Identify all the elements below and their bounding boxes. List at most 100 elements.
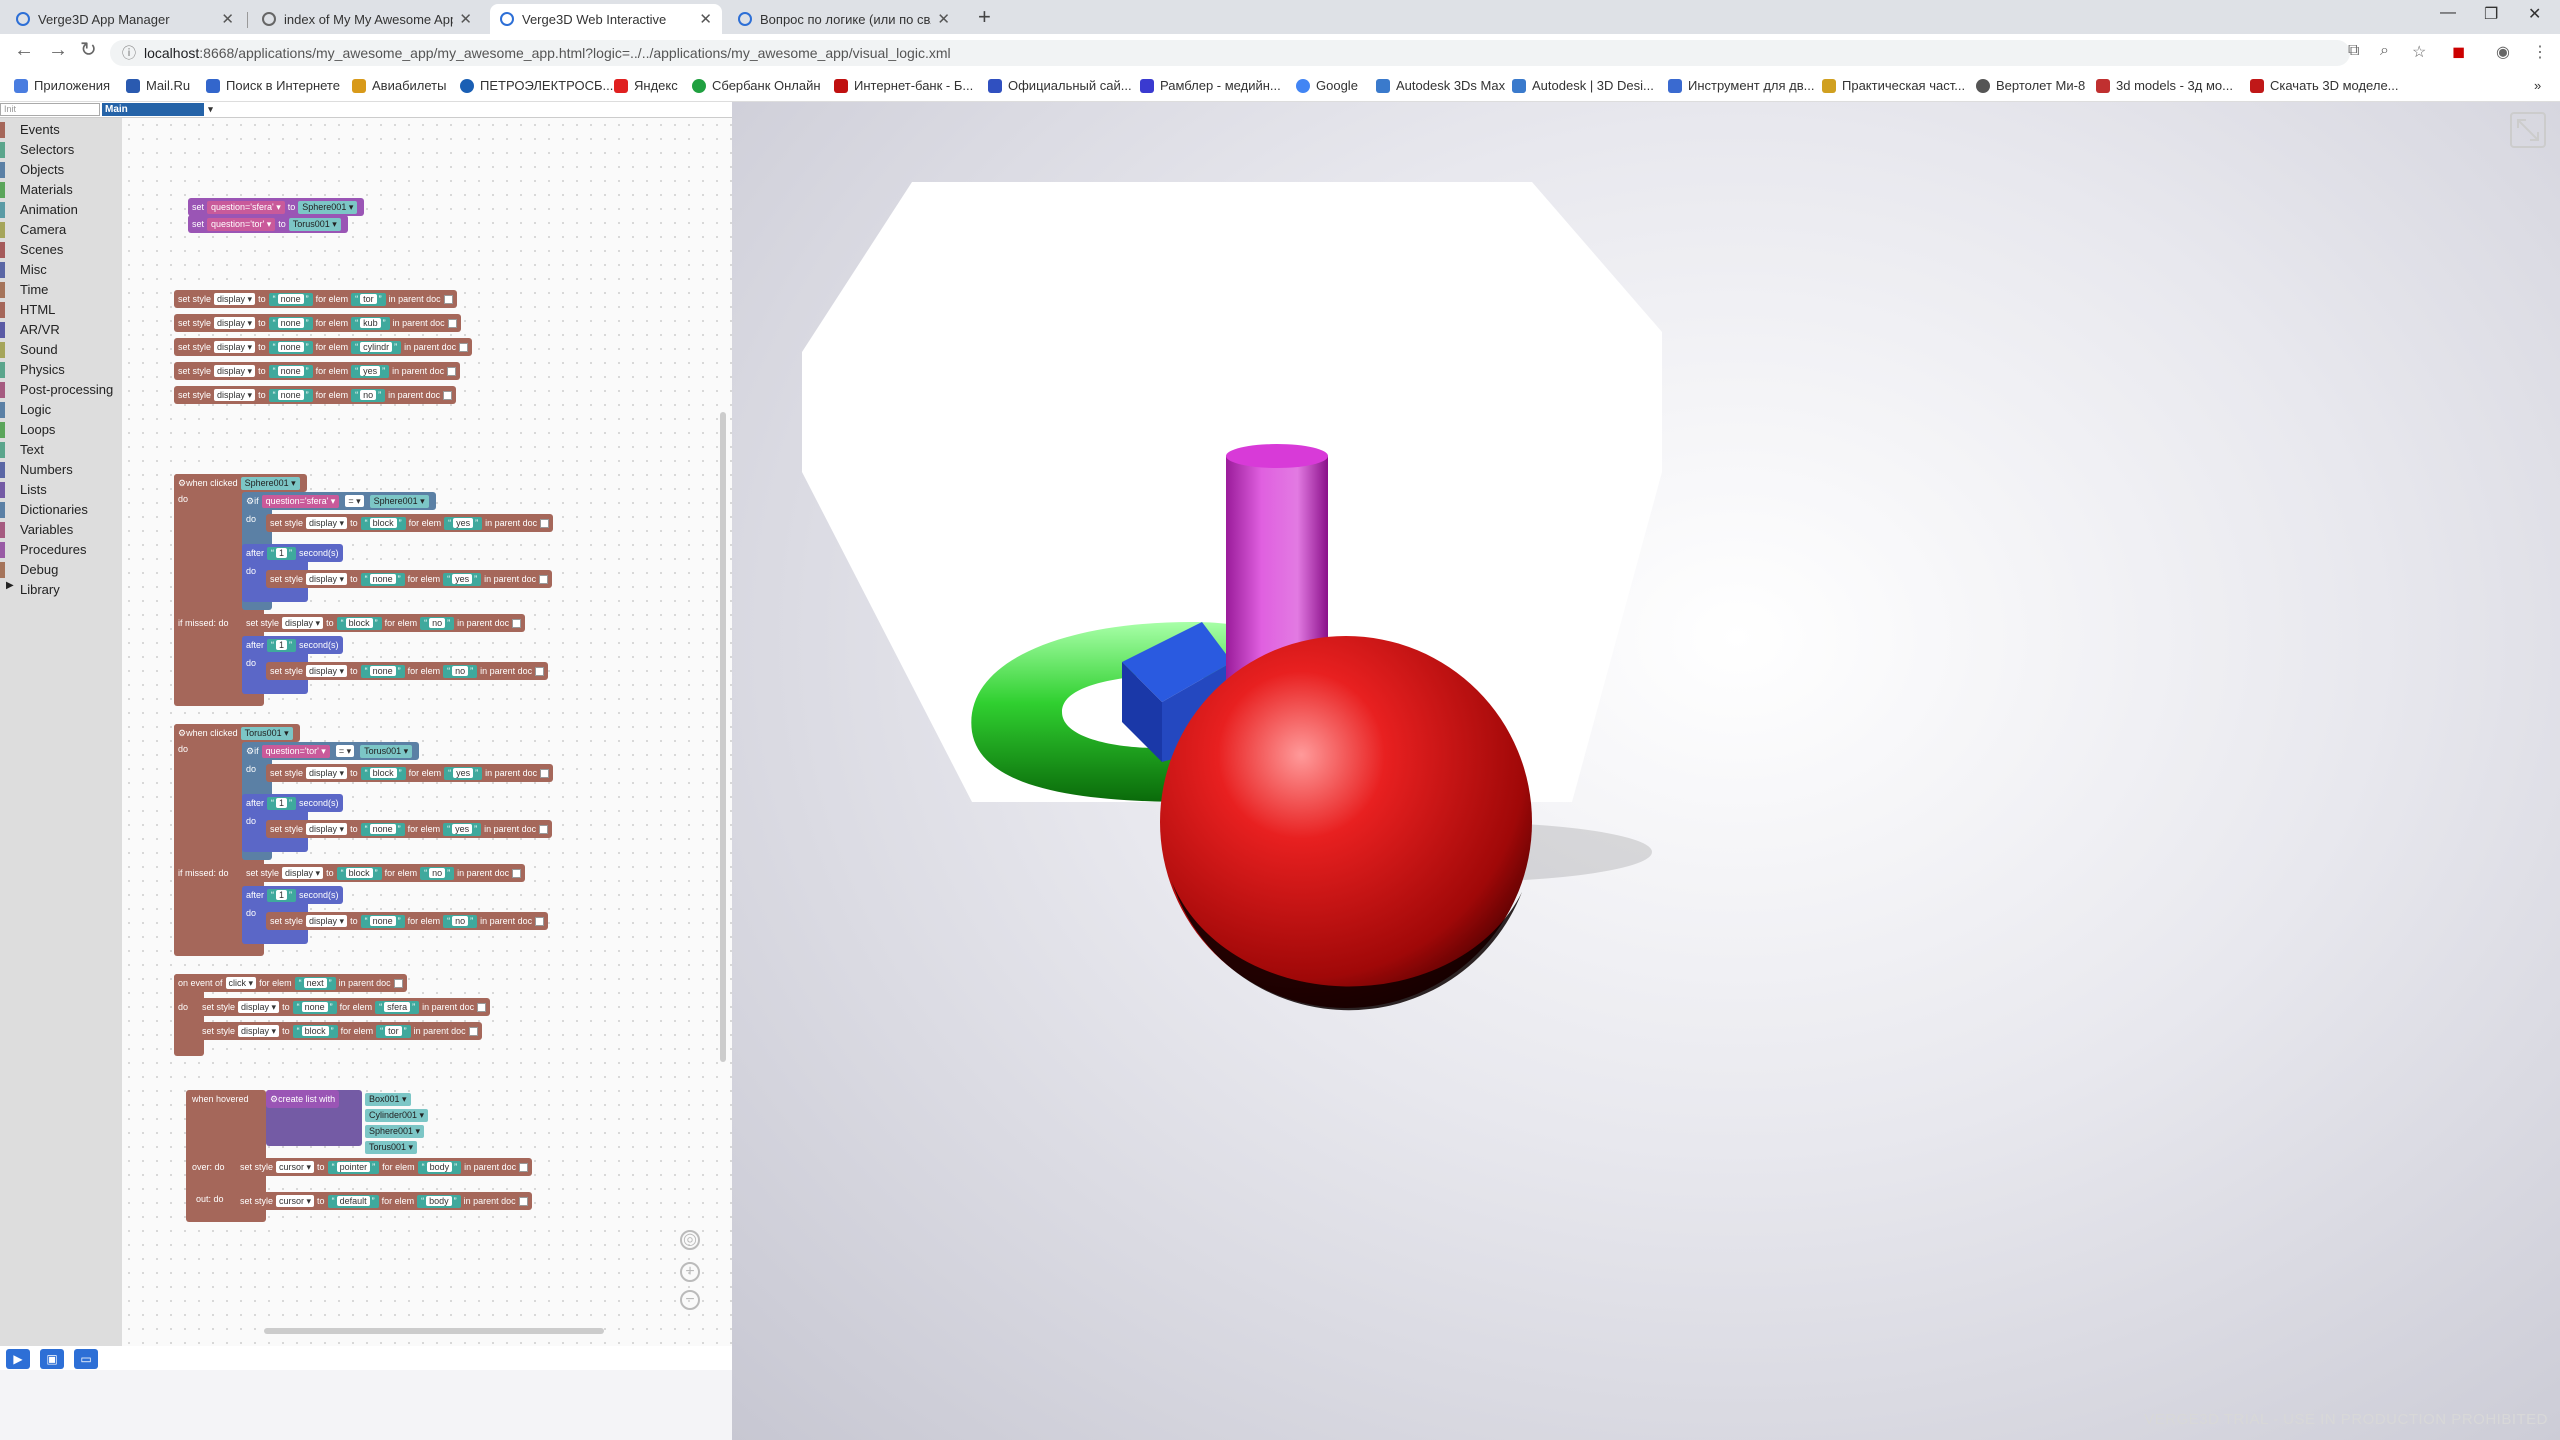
toolbox-category-scenes[interactable]: Scenes xyxy=(0,240,63,258)
restore-icon[interactable]: ❐ xyxy=(2484,4,2498,24)
dropdown-field[interactable]: display ▾ xyxy=(214,317,256,329)
text-value[interactable]: no xyxy=(452,915,469,926)
profile-icon[interactable]: ◉ xyxy=(2496,42,2510,62)
after-block[interactable]: after “1” second(s) xyxy=(242,886,343,904)
text-value[interactable]: none xyxy=(369,823,396,834)
text-input-block[interactable]: “next” xyxy=(294,976,336,990)
set-style-block[interactable]: set style display ▾ to “block” for elem “tor”… xyxy=(198,1022,482,1040)
object-selector[interactable]: Torus001 ▾ xyxy=(365,1140,418,1154)
tab-index[interactable]: index of My My Awesome App ✕ xyxy=(252,4,482,34)
dropdown-field[interactable]: display ▾ xyxy=(306,823,348,835)
run-button[interactable]: ▶ xyxy=(6,1349,30,1369)
toolbox-category-html[interactable]: HTML xyxy=(0,300,55,318)
number-block[interactable]: “1” xyxy=(267,546,297,560)
number-block[interactable]: “1” xyxy=(267,638,297,652)
text-input-block[interactable]: “cylindr” xyxy=(351,340,402,354)
dropdown-field[interactable]: display ▾ xyxy=(282,867,324,879)
text-input-block[interactable]: “block” xyxy=(360,766,406,780)
dropdown-field[interactable]: display ▾ xyxy=(214,389,256,401)
bookmark-item[interactable]: Сбербанк Онлайн xyxy=(692,78,821,93)
text-value[interactable]: next xyxy=(303,977,327,988)
tab-app-manager[interactable]: Verge3D App Manager ✕ xyxy=(6,4,244,34)
object-selector[interactable]: Torus001 ▾ xyxy=(360,744,413,758)
text-input-block[interactable]: “block” xyxy=(336,866,382,880)
set-style-block[interactable]: set style display ▾ to “none” for elem “yes” i… xyxy=(174,362,461,380)
toolbox-category-lists[interactable]: Lists xyxy=(0,480,47,498)
text-input-block[interactable]: “yes” xyxy=(443,572,482,586)
forward-icon[interactable]: → xyxy=(48,40,68,60)
after-block[interactable]: after “1” second(s) xyxy=(242,544,343,562)
bookmark-item[interactable]: Приложения xyxy=(14,78,110,93)
panel-button[interactable]: ▭ xyxy=(74,1349,98,1369)
toolbox-category-events[interactable]: Events xyxy=(0,120,60,138)
text-value[interactable]: block xyxy=(345,617,373,628)
text-value[interactable]: none xyxy=(277,341,304,352)
bookmark-item[interactable]: Скачать 3D моделе... xyxy=(2250,78,2399,93)
dropdown-field[interactable]: = ▾ xyxy=(335,745,355,757)
bookmark-item[interactable]: Практическая част... xyxy=(1822,78,1965,93)
dropdown-field[interactable]: display ▾ xyxy=(306,665,348,677)
checkbox[interactable] xyxy=(459,342,469,352)
text-value[interactable]: none xyxy=(277,293,304,304)
checkbox[interactable] xyxy=(468,1026,478,1036)
3d-viewport[interactable]: VERGE3D TRIAL - USE IN PRODUCTION PROHIB… xyxy=(732,102,2560,1440)
toolbox-category-selectors[interactable]: Selectors xyxy=(0,140,74,158)
text-value[interactable]: no xyxy=(360,389,377,400)
text-input-block[interactable]: “none” xyxy=(360,914,405,928)
if-block[interactable]: ⚙ if question='tor' ▾ = ▾ Torus001 ▾ xyxy=(242,742,420,760)
set-style-block[interactable]: set style display ▾ to “none” for elem “sfera… xyxy=(198,998,491,1016)
toolbox-category-text[interactable]: Text xyxy=(0,440,44,458)
tab-web-interactive[interactable]: Verge3D Web Interactive ✕ xyxy=(490,4,722,34)
bookmark-item[interactable]: Mail.Ru xyxy=(126,78,190,93)
when-clicked-block[interactable]: ⚙ when clicked Sphere001 ▾ xyxy=(174,474,307,492)
extension-icon[interactable]: ◼ xyxy=(2452,42,2465,62)
cylinder-top[interactable] xyxy=(1226,444,1328,468)
text-value[interactable]: none xyxy=(277,389,304,400)
dropdown-field[interactable]: display ▾ xyxy=(238,1025,280,1037)
zoom-icon[interactable]: ⌕ xyxy=(2380,42,2389,60)
toolbox-category-ar-vr[interactable]: AR/VR xyxy=(0,320,60,338)
dropdown-field[interactable]: click ▾ xyxy=(225,977,257,989)
minimize-icon[interactable]: — xyxy=(2440,4,2456,22)
dropdown-field[interactable]: display ▾ xyxy=(214,293,256,305)
text-input-block[interactable]: “none” xyxy=(268,388,313,402)
text-input-block[interactable]: “tor” xyxy=(376,1024,411,1038)
text-value[interactable]: 1 xyxy=(276,889,288,900)
text-input-block[interactable]: “no” xyxy=(351,388,386,402)
dropdown-field[interactable]: cursor ▾ xyxy=(276,1195,315,1207)
checkbox[interactable] xyxy=(540,518,550,528)
close-tab-icon[interactable]: ✕ xyxy=(459,10,472,28)
when-clicked-block[interactable]: ⚙ when clicked Torus001 ▾ xyxy=(174,724,300,742)
dropdown-field[interactable]: display ▾ xyxy=(306,573,348,585)
text-input-block[interactable]: “kub” xyxy=(351,316,390,330)
checkbox[interactable] xyxy=(447,366,457,376)
dropdown-field[interactable]: display ▾ xyxy=(214,365,256,377)
text-input-block[interactable]: “none” xyxy=(360,572,405,586)
text-value[interactable]: yes xyxy=(453,517,474,528)
text-value[interactable]: sfera xyxy=(384,1001,411,1012)
dropdown-field[interactable]: display ▾ xyxy=(238,1001,280,1013)
toolbox-category-time[interactable]: Time xyxy=(0,280,48,298)
text-input-block[interactable]: “yes” xyxy=(351,364,390,378)
list-item[interactable]: Torus001 ▾ xyxy=(358,1138,424,1156)
text-value[interactable]: none xyxy=(277,317,304,328)
close-tab-icon[interactable]: ✕ xyxy=(699,10,712,28)
number-block[interactable]: “1” xyxy=(267,796,297,810)
toolbox-category-debug[interactable]: Debug xyxy=(0,560,58,578)
object-selector[interactable]: Sphere001 ▾ xyxy=(365,1124,425,1138)
toolbox-category-sound[interactable]: Sound xyxy=(0,340,58,358)
text-value[interactable]: block xyxy=(345,867,373,878)
checkbox[interactable] xyxy=(443,294,453,304)
toolbox-category-objects[interactable]: Objects xyxy=(0,160,64,178)
zoom-in-icon[interactable]: + xyxy=(680,1262,700,1282)
text-input-block[interactable]: “no” xyxy=(443,914,478,928)
horizontal-scrollbar[interactable] xyxy=(264,1328,604,1334)
dropdown-field[interactable]: = ▾ xyxy=(345,495,364,507)
menu-icon[interactable]: ⋮ xyxy=(2532,42,2548,62)
variable-block[interactable]: question='sfera' ▾ xyxy=(207,200,285,214)
toolbox-category-dictionaries[interactable]: Dictionaries xyxy=(0,500,88,518)
object-selector[interactable]: Sphere001 ▾ xyxy=(369,494,429,508)
text-value[interactable]: none xyxy=(369,573,396,584)
text-input-block[interactable]: “none” xyxy=(268,340,313,354)
puzzle-workspace[interactable]: set question='sfera' ▾ to Sphere001 ▾ set que… xyxy=(122,118,732,1346)
